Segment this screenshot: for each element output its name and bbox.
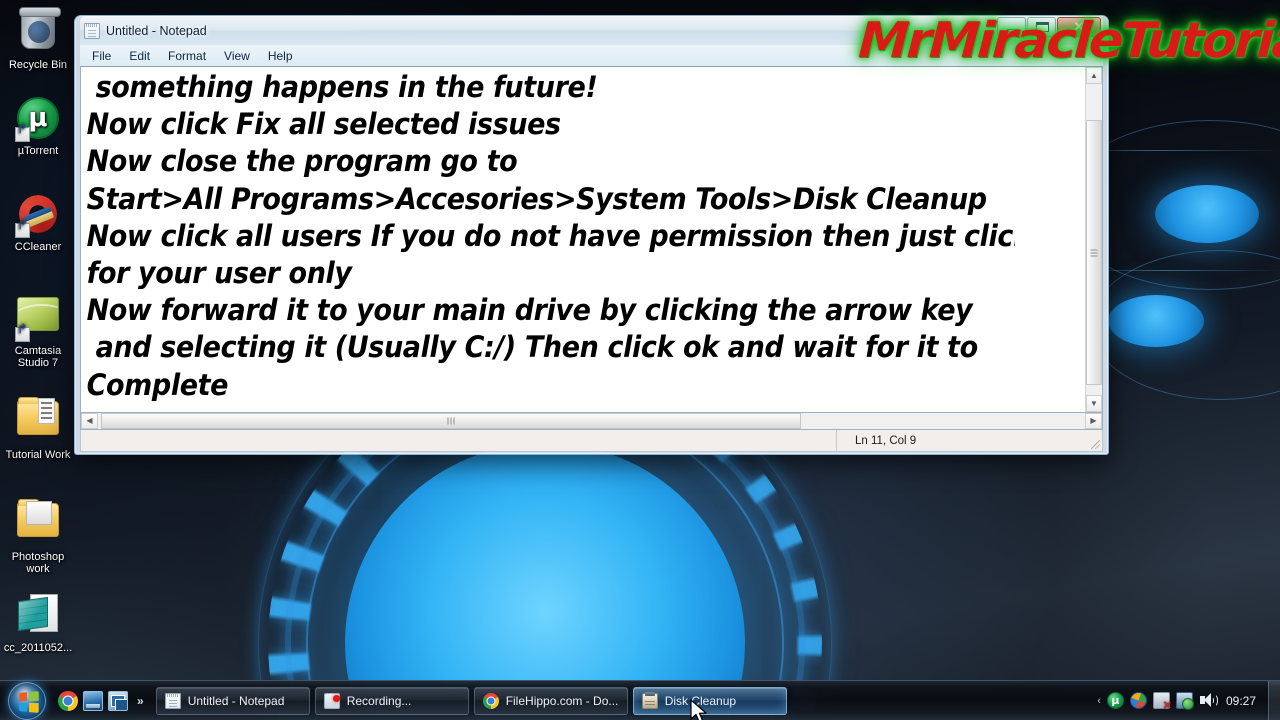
scroll-left-button[interactable]: ◀ (81, 413, 98, 429)
taskbar-clock[interactable]: 09:27 (1223, 694, 1256, 708)
folder-icon (16, 499, 60, 547)
wallpaper-disc (1155, 185, 1259, 243)
zip-archive-icon (16, 594, 60, 638)
menu-edit[interactable]: Edit (120, 47, 159, 65)
vertical-scroll-track[interactable] (1086, 84, 1102, 395)
chrome-icon[interactable] (58, 690, 78, 711)
desktop-icon-ccleaner[interactable]: CCleaner (0, 192, 76, 253)
window-controls: ✕ (997, 17, 1101, 37)
vertical-scrollbar[interactable]: ▲ ▼ (1085, 67, 1102, 412)
notepad-title-bar[interactable]: Untitled - Notepad ✕ (80, 16, 1103, 45)
wallpaper-disc (1108, 295, 1204, 347)
recorder-icon (323, 692, 340, 709)
desktop-icon-label: cc_2011052... (3, 642, 73, 654)
quick-launch-bar: » (52, 690, 152, 711)
shortcut-arrow-icon (15, 223, 30, 238)
desktop-icon-photoshop-work[interactable]: Photoshop work (0, 498, 76, 575)
shortcut-arrow-icon (15, 327, 30, 342)
shortcut-arrow-icon (15, 127, 30, 142)
desktop[interactable]: Recycle Bin µTorrent CCleaner Camtasia S… (0, 0, 1280, 720)
desktop-icon-camtasia-studio-7[interactable]: Camtasia Studio 7 (0, 292, 76, 369)
volume-tray-icon[interactable] (1199, 692, 1218, 709)
chevron-right-icon: ▶ (1090, 416, 1097, 425)
task-button-recording[interactable]: Recording... (314, 686, 469, 715)
desktop-icon-label: Camtasia Studio 7 (14, 345, 62, 369)
wallpaper-core (345, 443, 745, 720)
start-button[interactable] (2, 681, 52, 720)
scroll-down-button[interactable]: ▼ (1086, 395, 1102, 412)
notepad-body: something happens in the future! Now cli… (80, 66, 1103, 413)
desktop-icon-cc-archive[interactable]: cc_2011052... (0, 592, 76, 654)
menu-help[interactable]: Help (259, 47, 302, 65)
vertical-scroll-thumb[interactable] (1086, 120, 1102, 385)
desktop-icon-label: Photoshop work (11, 551, 65, 575)
power-plug-tray-icon[interactable] (1152, 692, 1172, 712)
chevron-down-icon: ▼ (1090, 398, 1098, 408)
task-button-label: Recording... (346, 693, 412, 708)
desktop-icon-label: CCleaner (14, 241, 62, 253)
windows-logo-icon (8, 681, 46, 720)
minimize-button[interactable] (997, 17, 1026, 37)
disk-cleanup-icon (641, 691, 658, 709)
show-desktop-button[interactable] (1268, 680, 1280, 720)
desktop-icon-tutorial-work[interactable]: Tutorial Work (0, 396, 76, 461)
horizontal-scrollbar[interactable]: ◀ ▶ (80, 413, 1103, 430)
recycle-bin-icon (16, 7, 61, 55)
notepad-menu-bar: File Edit Format View Help (80, 45, 1103, 66)
camtasia-studio-icon (15, 297, 60, 342)
task-button-filehippo[interactable]: FileHippo.com - Do... (473, 686, 628, 715)
show-desktop-icon[interactable] (83, 690, 103, 711)
task-button-label: Disk Cleanup (664, 693, 737, 708)
menu-format[interactable]: Format (159, 47, 215, 65)
notepad-window[interactable]: Untitled - Notepad ✕ File Edit Format Vi… (74, 15, 1109, 455)
chrome-icon (482, 692, 499, 709)
task-button-label: Untitled - Notepad (187, 693, 285, 708)
menu-file[interactable]: File (83, 47, 120, 65)
maximize-button[interactable] (1027, 17, 1056, 37)
folder-icon (16, 397, 60, 445)
quick-launch-overflow-icon[interactable]: » (133, 694, 148, 708)
utorrent-tray-icon[interactable] (1106, 692, 1124, 709)
task-button-label: FileHippo.com - Do... (505, 693, 619, 708)
utorrent-icon (15, 97, 60, 142)
scroll-right-button[interactable]: ▶ (1085, 413, 1102, 429)
task-button-disk-cleanup[interactable]: Disk Cleanup (632, 686, 787, 715)
desktop-icon-label: µTorrent (17, 145, 59, 157)
notepad-status-bar: Ln 11, Col 9 (80, 430, 1103, 452)
notepad-icon (84, 22, 100, 39)
horizontal-scroll-thumb[interactable] (101, 413, 801, 429)
task-button-list: Untitled - Notepad Recording... FileHipp… (152, 686, 1098, 715)
chevron-up-icon: ▲ (1090, 70, 1098, 80)
system-tray: ‹ 09:27 (1097, 692, 1264, 712)
tray-expand-icon[interactable]: ‹ (1097, 695, 1101, 707)
switch-windows-icon[interactable] (108, 690, 128, 711)
desktop-icon-label: Tutorial Work (5, 449, 71, 461)
desktop-icon-utorrent[interactable]: µTorrent (0, 96, 76, 157)
close-icon: ✕ (1073, 19, 1085, 34)
notepad-icon (164, 692, 181, 709)
menu-view[interactable]: View (215, 47, 259, 65)
network-tray-icon[interactable] (1175, 692, 1194, 710)
notepad-text-area[interactable]: something happens in the future! Now cli… (81, 67, 1015, 412)
ccleaner-icon (15, 193, 60, 238)
desktop-icon-recycle-bin[interactable]: Recycle Bin (0, 7, 76, 71)
status-cursor-position: Ln 11, Col 9 (836, 430, 1086, 451)
scroll-up-button[interactable]: ▲ (1086, 67, 1102, 84)
resize-grip[interactable] (1086, 430, 1102, 451)
update-tray-icon[interactable] (1129, 692, 1147, 709)
horizontal-scroll-track[interactable] (98, 413, 1085, 429)
desktop-icon-label: Recycle Bin (8, 59, 68, 71)
window-title: Untitled - Notepad (106, 23, 207, 38)
close-button[interactable]: ✕ (1057, 17, 1101, 37)
task-button-notepad[interactable]: Untitled - Notepad (155, 686, 310, 715)
chevron-left-icon: ◀ (86, 416, 93, 425)
taskbar[interactable]: » Untitled - Notepad Recording... FileHi… (0, 680, 1280, 720)
wallpaper-arc (1090, 250, 1280, 400)
